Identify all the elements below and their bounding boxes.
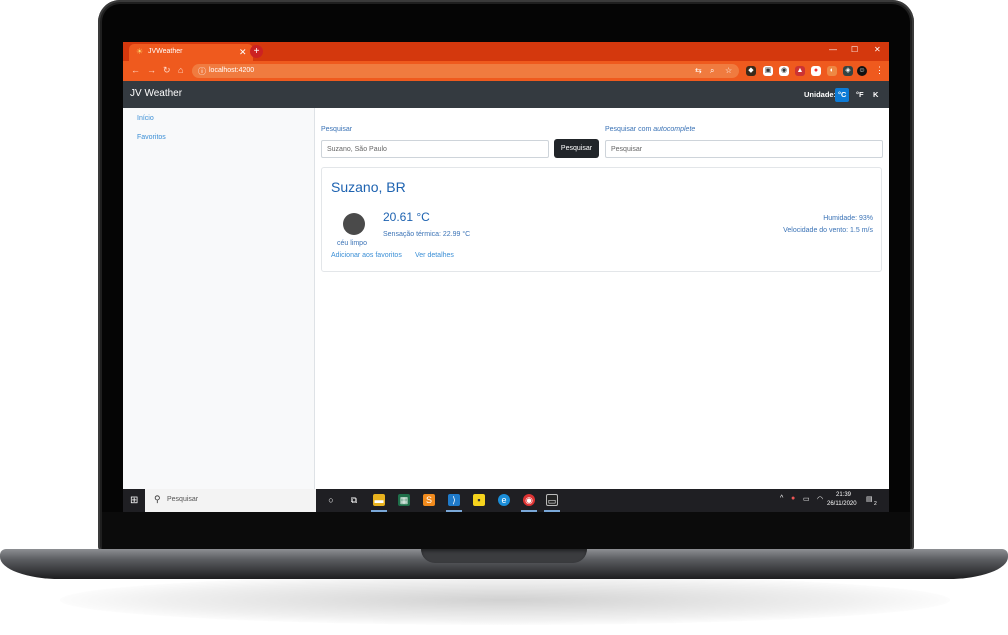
close-window-icon[interactable]: ✕	[874, 45, 881, 54]
search-label: Pesquisar	[321, 126, 353, 133]
sidebar: Início Favoritos	[123, 108, 315, 489]
search-input[interactable]: Suzano, São Paulo	[321, 140, 549, 158]
unit-kelvin-button[interactable]: K	[870, 88, 881, 102]
add-favorite-link[interactable]: Adicionar aos favoritos	[331, 252, 402, 259]
new-tab-button[interactable]: +	[250, 45, 263, 58]
taskbar-search-placeholder: Pesquisar	[167, 496, 199, 503]
edge-icon[interactable]: e	[498, 494, 510, 506]
tab-title: JVWeather	[148, 48, 183, 55]
terminal-active-indicator	[544, 510, 560, 512]
extension-2-icon[interactable]: ▣	[763, 66, 773, 76]
clock-date[interactable]: 26/11/2020	[827, 501, 857, 507]
translate-icon[interactable]: ⇆	[695, 66, 702, 75]
laptop-shadow	[60, 575, 950, 625]
info-icon: ⓘ	[198, 67, 206, 76]
extension-5-icon[interactable]: ●	[811, 66, 821, 76]
autocomplete-label: Pesquisar com autocomplete	[605, 126, 695, 133]
extension-7-icon[interactable]: ◈	[843, 66, 853, 76]
extension-3-icon[interactable]: ◉	[779, 66, 789, 76]
chrome-active-indicator	[521, 510, 537, 512]
search-icon: ⚲	[154, 494, 161, 504]
cortana-icon[interactable]: ○	[325, 494, 337, 506]
task-view-icon[interactable]: ⧉	[348, 494, 360, 506]
clock-time[interactable]: 21:39	[836, 492, 851, 498]
zoom-icon[interactable]: ⌕	[710, 66, 714, 76]
city-name: Suzano, BR	[331, 179, 406, 195]
laptop-chin	[102, 512, 910, 550]
laptop-notch	[421, 549, 587, 563]
pycharm-icon[interactable]: ▦	[398, 494, 410, 506]
maximize-icon[interactable]: ☐	[851, 45, 858, 54]
weather-condition-icon	[343, 213, 365, 235]
url-text: localhost:4200	[209, 67, 255, 74]
file-explorer-icon[interactable]: ▬	[373, 494, 385, 506]
network-icon[interactable]: ◠	[817, 495, 823, 503]
tray-chevron-icon[interactable]: ^	[780, 495, 783, 502]
windows-start-icon[interactable]: ⊞	[130, 495, 138, 506]
sticky-notes-icon[interactable]: ▪	[473, 494, 485, 506]
extension-6-icon[interactable]: ◐	[827, 66, 837, 76]
feels-like: Sensação térmica: 22.99 °C	[383, 231, 471, 238]
browser-toolbar: ← → ↻ ⌂ ⓘ localhost:4200 ⇆ ⌕ ☆ ◆ ▣ ◉ ▲ ●…	[123, 61, 889, 81]
humidity: Humidade: 93%	[823, 215, 873, 222]
screen: ☀ JVWeather ✕ + — ☐ ✕ ← → ↻ ⌂ ⓘ localhos…	[123, 42, 889, 512]
vscode-icon[interactable]: ⟩	[448, 494, 460, 506]
notification-count-badge: 2	[874, 501, 877, 507]
minimize-icon[interactable]: —	[829, 45, 837, 54]
notifications-icon[interactable]: ▤	[866, 495, 873, 503]
vscode-active-indicator	[446, 510, 462, 512]
autocomplete-label-italic: autocomplete	[653, 126, 696, 133]
extension-1-icon[interactable]: ◆	[746, 66, 756, 76]
weather-card: Suzano, BR céu limpo 20.61 °C Sensação t…	[321, 167, 882, 272]
sublime-icon[interactable]: S	[423, 494, 435, 506]
sidebar-item-inicio[interactable]: Início	[137, 115, 154, 122]
extension-4-icon[interactable]: ▲	[795, 66, 805, 76]
app-navbar: JV Weather Unidade: °C °F K	[123, 81, 889, 108]
windows-taskbar: ⊞ ⚲ Pesquisar ○ ⧉ ▬ ▦ S ⟩ ▪ e ◉ ▭ ^ ● ▭ …	[123, 489, 889, 512]
unit-label: Unidade:	[804, 90, 837, 99]
sun-favicon-icon: ☀	[136, 47, 144, 56]
details-link[interactable]: Ver detalhes	[415, 252, 454, 259]
chrome-icon[interactable]: ◉	[523, 494, 535, 506]
browser-tab[interactable]: ☀ JVWeather ✕	[129, 44, 253, 61]
reload-icon[interactable]: ↻	[163, 65, 171, 76]
wind-speed: Velocidade do vento: 1.5 m/s	[783, 227, 873, 234]
autocomplete-input[interactable]: Pesquisar	[605, 140, 883, 158]
laptop-mockup: ☀ JVWeather ✕ + — ☐ ✕ ← → ↻ ⌂ ⓘ localhos…	[0, 0, 1008, 635]
battery-icon[interactable]: ▭	[803, 495, 810, 503]
file-explorer-active-indicator	[371, 510, 387, 512]
browser-tabbar: ☀ JVWeather ✕ + — ☐ ✕	[123, 42, 889, 61]
close-tab-icon[interactable]: ✕	[239, 47, 247, 58]
sidebar-item-favoritos[interactable]: Favoritos	[137, 134, 166, 141]
unit-fahrenheit-button[interactable]: °F	[853, 88, 867, 102]
forward-icon[interactable]: →	[147, 65, 156, 75]
unit-celsius-button[interactable]: °C	[835, 88, 850, 102]
star-icon[interactable]: ☆	[725, 66, 732, 75]
search-button[interactable]: Pesquisar	[554, 139, 599, 158]
profile-avatar[interactable]: ☺	[857, 66, 867, 76]
autocomplete-label-prefix: Pesquisar com	[605, 126, 652, 133]
address-bar[interactable]: ⓘ localhost:4200 ⇆ ⌕ ☆	[192, 64, 739, 78]
tray-app-icon[interactable]: ●	[791, 495, 795, 502]
temperature: 20.61 °C	[383, 210, 430, 224]
weather-description: céu limpo	[337, 240, 367, 247]
terminal-icon[interactable]: ▭	[546, 494, 558, 506]
taskbar-search[interactable]: ⚲ Pesquisar	[145, 489, 316, 512]
main-content: Pesquisar Suzano, São Paulo Pesquisar Pe…	[315, 108, 889, 489]
menu-kebab-icon[interactable]: ⋮	[875, 65, 884, 76]
app-brand[interactable]: JV Weather	[130, 88, 182, 99]
home-icon[interactable]: ⌂	[178, 65, 183, 75]
back-icon[interactable]: ←	[131, 65, 140, 75]
